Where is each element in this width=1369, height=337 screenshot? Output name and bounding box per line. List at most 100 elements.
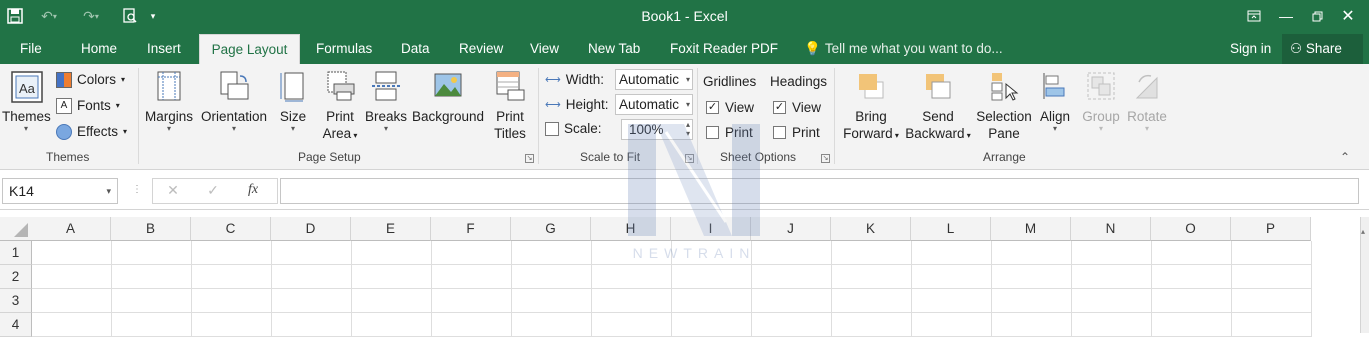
column-header[interactable]: K xyxy=(831,217,911,241)
cell[interactable] xyxy=(352,265,432,289)
width-select[interactable]: Automatic ▾ xyxy=(615,69,693,90)
close-icon[interactable]: ✕ xyxy=(1334,4,1362,28)
margins-button[interactable]: Margins ▾ xyxy=(143,70,195,133)
cell[interactable] xyxy=(1072,241,1152,265)
headings-view-checkbox[interactable]: ✓ View xyxy=(773,97,821,117)
minimize-icon[interactable]: — xyxy=(1272,4,1300,28)
themes-button[interactable]: Aa Themes ▾ xyxy=(2,70,51,133)
headings-print-checkbox[interactable]: Print xyxy=(773,122,820,142)
cell[interactable] xyxy=(272,265,352,289)
cell[interactable] xyxy=(832,265,912,289)
collapse-ribbon-icon[interactable]: ⌃ xyxy=(1340,150,1350,164)
align-button[interactable]: Align ▾ xyxy=(1037,70,1073,133)
cell[interactable] xyxy=(992,241,1072,265)
cell[interactable] xyxy=(1072,265,1152,289)
cell[interactable] xyxy=(912,313,992,337)
tell-me-search[interactable]: 💡 Tell me what you want to do... xyxy=(804,34,1003,64)
cell[interactable] xyxy=(432,313,512,337)
tab-insert[interactable]: Insert xyxy=(143,34,185,64)
cell[interactable] xyxy=(992,289,1072,313)
effects-button[interactable]: Effects ▾ xyxy=(56,122,127,142)
cell[interactable] xyxy=(1232,241,1312,265)
cell[interactable] xyxy=(512,289,592,313)
cell[interactable] xyxy=(112,241,192,265)
tab-foxit-reader-pdf[interactable]: Foxit Reader PDF xyxy=(666,34,782,64)
enter-icon[interactable]: ✓ xyxy=(203,182,223,199)
column-header[interactable]: G xyxy=(511,217,591,241)
column-header[interactable]: C xyxy=(191,217,271,241)
row-header[interactable]: 2 xyxy=(0,265,32,289)
cell[interactable] xyxy=(752,289,832,313)
colors-button[interactable]: Colors ▾ xyxy=(56,70,125,90)
cell[interactable] xyxy=(352,289,432,313)
column-header[interactable]: A xyxy=(31,217,111,241)
cell[interactable] xyxy=(432,289,512,313)
cell[interactable] xyxy=(272,313,352,337)
fonts-button[interactable]: A Fonts ▾ xyxy=(56,96,120,116)
cell[interactable] xyxy=(912,289,992,313)
cell[interactable] xyxy=(1152,313,1232,337)
tab-new-tab[interactable]: New Tab xyxy=(584,34,644,64)
cell[interactable] xyxy=(192,241,272,265)
cell[interactable] xyxy=(1232,265,1312,289)
vertical-scrollbar[interactable]: ▴ xyxy=(1360,217,1369,333)
cell[interactable] xyxy=(512,313,592,337)
cell[interactable] xyxy=(192,265,272,289)
cell[interactable] xyxy=(1072,313,1152,337)
cell[interactable] xyxy=(352,313,432,337)
row-header[interactable]: 1 xyxy=(0,241,32,265)
cell[interactable] xyxy=(1152,265,1232,289)
cell[interactable] xyxy=(112,289,192,313)
name-box[interactable]: K14 ▾ xyxy=(2,178,118,204)
column-header[interactable]: B xyxy=(111,217,191,241)
cell[interactable] xyxy=(352,241,432,265)
cell[interactable] xyxy=(672,313,752,337)
column-header[interactable]: N xyxy=(1071,217,1151,241)
print-area-button[interactable]: Print Area ▾ xyxy=(319,70,361,144)
tab-file[interactable]: File xyxy=(16,34,46,64)
tab-formulas[interactable]: Formulas xyxy=(312,34,376,64)
cell[interactable] xyxy=(1152,289,1232,313)
column-header[interactable]: E xyxy=(351,217,431,241)
resize-handle-icon[interactable]: ⋮ xyxy=(132,184,142,195)
tab-home[interactable]: Home xyxy=(77,34,121,64)
rotate-button[interactable]: Rotate ▾ xyxy=(1125,70,1169,133)
column-header[interactable]: F xyxy=(431,217,511,241)
cell[interactable] xyxy=(832,313,912,337)
cell[interactable] xyxy=(912,265,992,289)
sheet-options-launcher-icon[interactable]: ↘ xyxy=(821,154,830,163)
sign-in-link[interactable]: Sign in xyxy=(1230,34,1271,64)
cell[interactable] xyxy=(192,289,272,313)
cell[interactable] xyxy=(1152,241,1232,265)
column-header[interactable]: O xyxy=(1151,217,1231,241)
row-header[interactable]: 4 xyxy=(0,313,32,337)
cell[interactable] xyxy=(112,265,192,289)
cell[interactable] xyxy=(752,241,832,265)
cell[interactable] xyxy=(912,241,992,265)
cell[interactable] xyxy=(272,289,352,313)
send-backward-button[interactable]: Send Backward ▾ xyxy=(903,70,973,144)
size-button[interactable]: Size ▾ xyxy=(277,70,309,133)
column-header[interactable]: P xyxy=(1231,217,1311,241)
cell[interactable] xyxy=(992,265,1072,289)
background-button[interactable]: Background xyxy=(409,70,487,125)
tab-data[interactable]: Data xyxy=(397,34,434,64)
ribbon-display-icon[interactable] xyxy=(1240,4,1268,28)
print-titles-button[interactable]: Print Titles xyxy=(489,70,531,142)
cell[interactable] xyxy=(512,241,592,265)
cell[interactable] xyxy=(272,241,352,265)
cell[interactable] xyxy=(432,265,512,289)
cell[interactable] xyxy=(752,313,832,337)
cell[interactable] xyxy=(752,265,832,289)
scroll-up-icon[interactable]: ▴ xyxy=(1361,227,1365,236)
cell[interactable] xyxy=(192,313,272,337)
cell[interactable] xyxy=(992,313,1072,337)
cell[interactable] xyxy=(592,265,672,289)
selection-pane-button[interactable]: Selection Pane xyxy=(973,70,1035,142)
cell[interactable] xyxy=(832,289,912,313)
formula-input[interactable] xyxy=(280,178,1359,204)
gridlines-view-checkbox[interactable]: ✓ View xyxy=(706,97,754,117)
cell[interactable] xyxy=(1232,289,1312,313)
cancel-icon[interactable]: ✕ xyxy=(163,182,183,199)
cell[interactable] xyxy=(592,289,672,313)
